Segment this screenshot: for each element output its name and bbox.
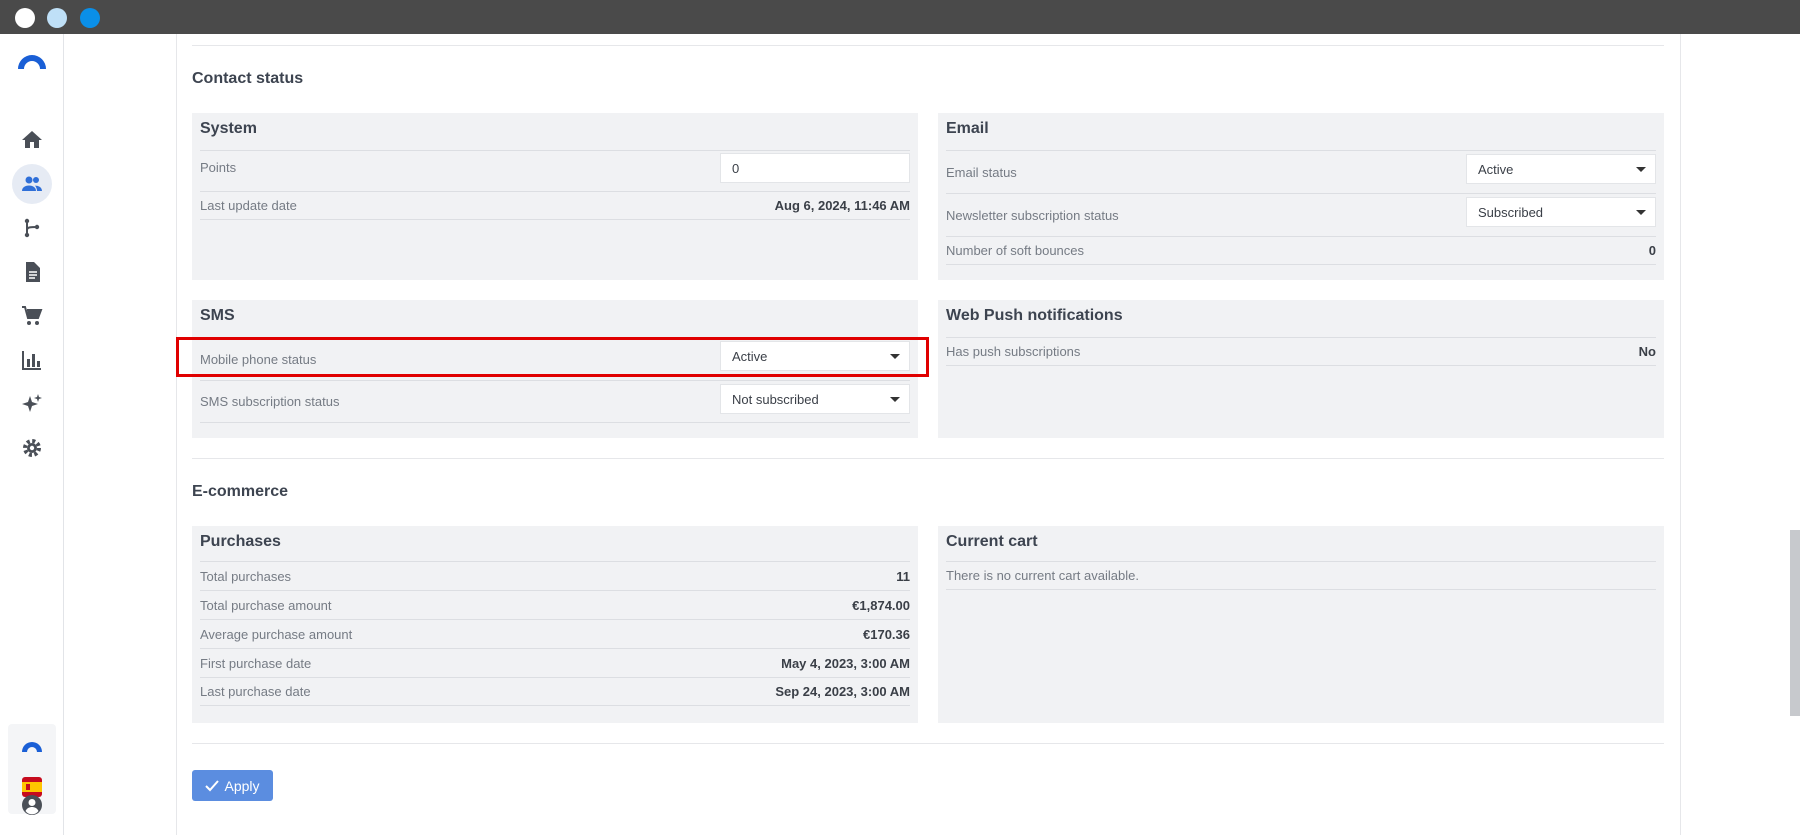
divider [192,45,1664,46]
divider [192,458,1664,459]
sidebar-item-ai[interactable] [12,384,52,424]
sparkle-icon [22,394,42,412]
newsletter-value: Subscribed [1478,204,1544,220]
newsletter-label: Newsletter subscription status [946,207,1119,223]
push-subscriptions-label: Has push subscriptions [946,344,1081,359]
sidebar [0,34,64,835]
push-subscriptions-row: Has push subscriptions No [946,337,1656,366]
brand-logo-icon[interactable] [16,51,48,71]
chevron-down-icon [1636,210,1646,215]
table-row: First purchase date May 4, 2023, 3:00 AM [200,648,910,677]
panel-current-cart: Current cart There is no current cart av… [938,526,1664,723]
row-label: Average purchase amount [200,626,353,642]
points-input[interactable]: 0 [720,153,910,183]
newsletter-select[interactable]: Subscribed [1466,197,1656,227]
empty-cart-text: There is no current cart available. [946,568,1139,583]
table-row: Total purchase amount €1,874.00 [200,590,910,619]
chart-icon [22,351,41,370]
panel-title: Web Push notifications [946,307,1123,324]
chevron-down-icon [1636,167,1646,172]
check-icon [205,779,220,791]
row-value: May 4, 2023, 3:00 AM [781,655,910,671]
panel-email: Email Email status Active Newsletter sub… [938,113,1664,280]
sidebar-item-workflows[interactable] [12,208,52,248]
home-icon [22,131,42,148]
sms-subscription-value: Not subscribed [732,391,819,407]
divider [192,743,1664,744]
row-label: Total purchases [200,568,292,584]
document-icon [26,262,40,282]
sidebar-item-contacts[interactable] [12,164,52,204]
table-row: Last purchase date Sep 24, 2023, 3:00 AM [200,677,910,706]
sidebar-item-settings[interactable] [12,428,52,468]
panel-system: System Points 0 Last update date Aug 6, … [192,113,918,280]
panel-title: Email [946,120,989,137]
scrollbar-thumb[interactable] [1790,530,1800,716]
panel-title: Current cart [946,533,1038,550]
gear-icon [23,439,41,457]
sms-subscription-label: SMS subscription status [200,394,340,409]
table-row: Average purchase amount €170.36 [200,619,910,648]
row-label: Last purchase date [200,684,311,699]
row-label: Total purchase amount [200,597,332,613]
section-title-contact-status: Contact status [192,70,304,87]
panel-web-push: Web Push notifications Has push subscrip… [938,300,1664,438]
close-window-dot[interactable] [15,8,35,28]
empty-cart-row: There is no current cart available. [946,561,1656,590]
row-value: Sep 24, 2023, 3:00 AM [775,684,910,699]
email-status-value: Active [1478,161,1514,177]
soft-bounces-label: Number of soft bounces [946,243,1085,258]
email-status-select[interactable]: Active [1466,154,1656,184]
chevron-down-icon [890,397,900,402]
apply-label: Apply [224,777,260,794]
panel-title: Purchases [200,533,281,550]
minimize-window-dot[interactable] [47,8,67,28]
points-value: 0 [732,160,740,176]
sms-subscription-select[interactable]: Not subscribed [720,384,910,414]
workflow-icon [24,218,40,238]
section-title-ecommerce: E-commerce [192,483,289,500]
row-value: €170.36 [863,626,910,642]
sidebar-item-reports[interactable] [12,340,52,380]
last-update-label: Last update date [200,198,297,213]
sidebar-item-documents[interactable] [12,252,52,292]
sidebar-item-home[interactable] [12,120,52,160]
last-update-value: Aug 6, 2024, 11:46 AM [774,198,910,213]
row-label: First purchase date [200,655,312,671]
user-avatar-icon[interactable] [21,794,43,821]
contacts-icon [22,176,42,191]
maximize-window-dot[interactable] [80,8,100,28]
highlight-box [176,337,929,377]
panel-title: System [200,120,257,137]
soft-bounces-row: Number of soft bounces 0 [946,236,1656,265]
panel-title: SMS [200,307,235,324]
last-update-row: Last update date Aug 6, 2024, 11:46 AM [200,191,910,220]
email-status-label: Email status [946,164,1017,180]
sidebar-item-cart[interactable] [12,296,52,336]
brand-small-logo-icon[interactable] [20,738,44,759]
points-label: Points [200,159,237,175]
cart-icon [22,306,43,325]
window-titlebar [0,0,1800,34]
apply-button[interactable]: Apply [192,770,273,801]
push-subscriptions-value: No [1638,344,1656,359]
soft-bounces-value: 0 [1648,243,1656,258]
row-value: €1,874.00 [852,597,910,613]
row-value: 11 [896,568,910,584]
table-row: Total purchases 11 [200,561,910,590]
panel-purchases: Purchases Total purchases 11 Total purch… [192,526,918,723]
